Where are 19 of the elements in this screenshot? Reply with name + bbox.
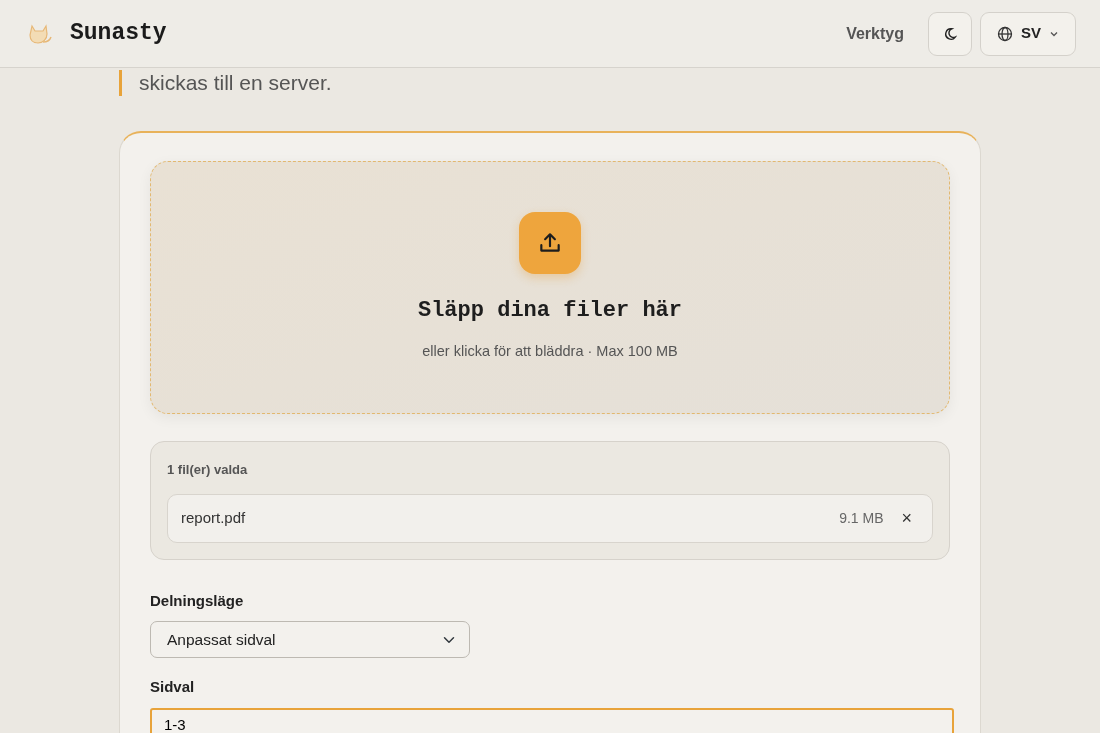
- file-name: report.pdf: [181, 507, 246, 528]
- split-mode-select[interactable]: Anpassat sidval: [150, 621, 470, 658]
- field-label: Delningsläge: [150, 590, 245, 611]
- upload-icon: [519, 212, 581, 275]
- globe-icon: [997, 25, 1013, 42]
- brand-name[interactable]: Sunasty: [70, 16, 167, 51]
- file-dropzone[interactable]: Släpp dina filer här eller klicka för att bläddra · Max 100 MB: [150, 161, 950, 414]
- page-range-field[interactable]: 1-3: [150, 707, 954, 733]
- file-size: 9.1 MB: [839, 508, 884, 528]
- theme-toggle-button[interactable]: [928, 11, 972, 56]
- tools-link[interactable]: Verktyg: [846, 21, 904, 46]
- remove-file-button[interactable]: ×: [897, 509, 916, 527]
- language-button[interactable]: SV: [980, 11, 1076, 56]
- selected-files-heading: 1 fil(er) valda: [167, 461, 249, 479]
- dropzone-title: Släpp dina filer här: [417, 297, 682, 326]
- intro-text: skickas till en server.: [119, 70, 981, 96]
- moon-icon: [943, 26, 957, 41]
- field-label: Sidval: [150, 677, 196, 697]
- dropzone-hint: eller klicka för att bläddra · Max 100 MB: [422, 342, 678, 362]
